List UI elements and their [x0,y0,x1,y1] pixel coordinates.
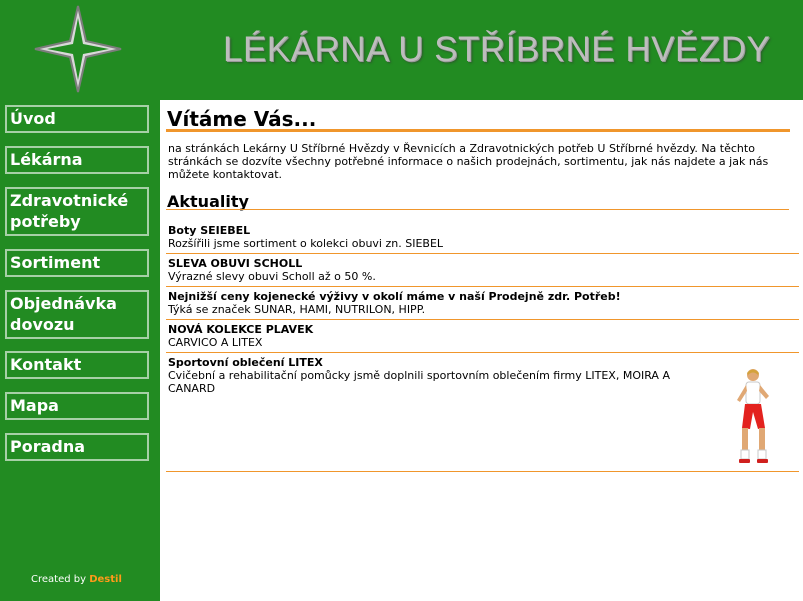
news-divider [166,209,789,210]
nav-sortiment[interactable]: Sortiment [5,249,149,277]
news-item-text: Týká se značek SUNAR, HAMI, NUTRILON, HI… [168,303,426,316]
heading-divider [166,129,790,132]
news-item-title: Boty SEIEBEL [168,224,251,237]
site-header: LÉKÁRNA U STŘÍBRNÉ HVĚZDY [0,0,803,100]
news-item-title: Sportovní oblečení LITEX [168,356,323,369]
nav-lekarna[interactable]: Lékárna [5,146,149,174]
destil-link[interactable]: Destil [89,574,122,585]
nav-mapa[interactable]: Mapa [5,392,149,420]
star-logo-icon[interactable] [33,4,123,94]
nav-kontakt[interactable]: Kontakt [5,351,149,379]
news-item: SLEVA OBUVI SCHOLL Výrazné slevy obuvi S… [166,254,799,287]
nav-zdravotnicke-potreby[interactable]: Zdravotnické potřeby [5,187,149,236]
news-item-title: NOVÁ KOLEKCE PLAVEK [168,323,314,336]
nav-uvod[interactable]: Úvod [5,105,149,133]
nav-poradna[interactable]: Poradna [5,433,149,461]
intro-text: na stránkách Lekárny U Stříbrné Hvězdy v… [168,142,769,181]
news-item-text: CARVICO A LITEX [168,336,263,349]
news-item: NOVÁ KOLEKCE PLAVEK CARVICO A LITEX [166,320,799,353]
news-item-text: Výrazné slevy obuvi Scholl až o 50 %. [168,270,376,283]
sidebar: Úvod Lékárna Zdravotnické potřeby Sortim… [0,100,160,601]
credit-footer: Created by Destil [31,574,122,585]
main-content: Vítáme Vás... na stránkách Lekárny U Stř… [160,100,803,601]
athlete-image [737,369,769,463]
news-item-text: Rozšířili jsme sortiment o kolekci obuvi… [168,237,444,250]
news-item: Boty SEIEBEL Rozšířili jsme sortiment o … [166,221,799,254]
created-by-label: Created by [31,574,87,585]
welcome-heading: Vítáme Vás... [167,107,317,131]
news-item: Nejnižší ceny kojenecké výživy v okolí m… [166,287,799,320]
news-item-text: Cvičební a rehabilitační pomůcky jsmě do… [168,369,670,395]
news-item-title: Nejnižší ceny kojenecké výživy v okolí m… [168,290,621,303]
nav-objednavka-dovozu[interactable]: Objednávka dovozu [5,290,149,339]
news-item-title: SLEVA OBUVI SCHOLL [168,257,303,270]
site-title: LÉKÁRNA U STŘÍBRNÉ HVĚZDY [223,30,771,69]
news-item: Sportovní oblečení LITEX Cvičební a reha… [166,353,799,472]
